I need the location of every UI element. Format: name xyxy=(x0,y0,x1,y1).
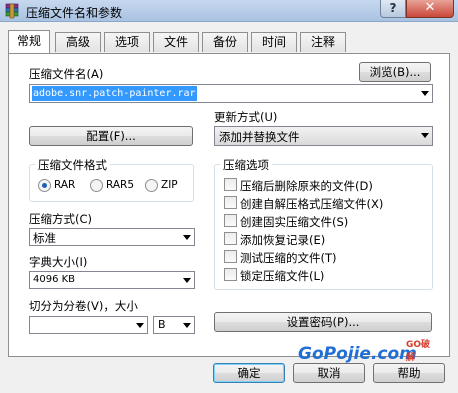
title-bar: 压缩文件名和参数 ? ✕ xyxy=(0,0,458,22)
tab-advanced[interactable]: 高级 xyxy=(55,32,101,52)
archive-name-label: 压缩文件名(A) xyxy=(29,67,104,81)
chevron-down-icon[interactable] xyxy=(421,91,429,96)
chevron-down-icon[interactable] xyxy=(136,323,144,328)
tab-files[interactable]: 文件 xyxy=(153,32,199,52)
dictionary-value: 4096 KB xyxy=(33,274,76,285)
chevron-down-icon xyxy=(421,133,429,138)
dictionary-select[interactable]: 4096 KB xyxy=(29,271,195,289)
checkbox-recovery-label: 添加恢复记录(E) xyxy=(240,233,326,247)
options-group-title: 压缩选项 xyxy=(220,157,272,173)
profiles-button[interactable]: 配置(F)... xyxy=(29,126,193,146)
radio-rar[interactable] xyxy=(38,179,51,192)
cancel-button[interactable]: 取消 xyxy=(293,363,365,383)
update-mode-value: 添加并替换文件 xyxy=(219,130,300,144)
method-value: 标准 xyxy=(33,231,56,245)
checkbox-sfx-label: 创建自解压格式压缩文件(X) xyxy=(240,197,384,211)
checkbox-test[interactable] xyxy=(224,250,237,263)
checkbox-delete-after[interactable] xyxy=(224,178,237,191)
tab-time[interactable]: 时间 xyxy=(251,32,297,52)
help-button[interactable]: 帮助 xyxy=(373,363,445,383)
checkbox-test-label: 测试压缩的文件(T) xyxy=(240,251,337,265)
winrar-app-icon xyxy=(5,3,19,19)
help-title-button[interactable]: ? xyxy=(380,0,406,18)
radio-rar-label: RAR xyxy=(54,179,76,191)
dictionary-label: 字典大小(I) xyxy=(29,255,88,269)
chevron-down-icon xyxy=(183,278,191,283)
checkbox-solid-label: 创建固实压缩文件(S) xyxy=(240,215,349,229)
checkbox-lock[interactable] xyxy=(224,268,237,281)
tab-comment[interactable]: 注释 xyxy=(300,32,346,52)
archive-name-input[interactable]: adobe.snr.patch-painter.rar xyxy=(29,84,433,103)
tab-backup[interactable]: 备份 xyxy=(202,32,248,52)
format-group-title: 压缩文件格式 xyxy=(35,157,110,173)
browse-button[interactable]: 浏览(B)... xyxy=(359,62,431,82)
radio-zip[interactable] xyxy=(145,179,158,192)
tab-general[interactable]: 常规 xyxy=(8,30,50,53)
split-unit-select[interactable]: B xyxy=(153,316,195,334)
checkbox-delete-after-label: 压缩后删除原来的文件(D) xyxy=(240,179,373,193)
ok-button[interactable]: 确定 xyxy=(213,363,285,383)
method-label: 压缩方式(C) xyxy=(29,212,93,226)
chevron-down-icon xyxy=(183,323,191,328)
tab-options[interactable]: 选项 xyxy=(104,32,150,52)
radio-rar5-label: RAR5 xyxy=(106,179,135,191)
checkbox-lock-label: 锁定压缩文件(L) xyxy=(240,269,325,283)
set-password-button[interactable]: 设置密码(P)... xyxy=(214,312,432,332)
checkbox-sfx[interactable] xyxy=(224,196,237,209)
watermark-tag: GO破解 xyxy=(406,340,431,363)
checkbox-recovery[interactable] xyxy=(224,232,237,245)
radio-zip-label: ZIP xyxy=(161,179,178,191)
archive-name-value: adobe.snr.patch-painter.rar xyxy=(32,86,197,101)
split-unit-value: B xyxy=(158,318,166,331)
window-title: 压缩文件名和参数 xyxy=(26,6,123,20)
general-panel: 压缩文件名(A) 浏览(B)... adobe.snr.patch-painte… xyxy=(8,53,450,357)
checkbox-solid[interactable] xyxy=(224,214,237,227)
method-select[interactable]: 标准 xyxy=(29,228,195,246)
watermark-logo: GoPojie.com GO破解 xyxy=(298,338,438,364)
update-mode-select[interactable]: 添加并替换文件 xyxy=(214,126,433,146)
split-size-input[interactable] xyxy=(29,316,148,334)
close-button[interactable]: ✕ xyxy=(406,0,454,18)
update-mode-label: 更新方式(U) xyxy=(214,110,278,124)
radio-rar5[interactable] xyxy=(90,179,103,192)
chevron-down-icon xyxy=(183,235,191,240)
watermark-brand: GoPojie.com xyxy=(298,344,417,364)
split-label: 切分为分卷(V)，大小 xyxy=(29,299,138,313)
